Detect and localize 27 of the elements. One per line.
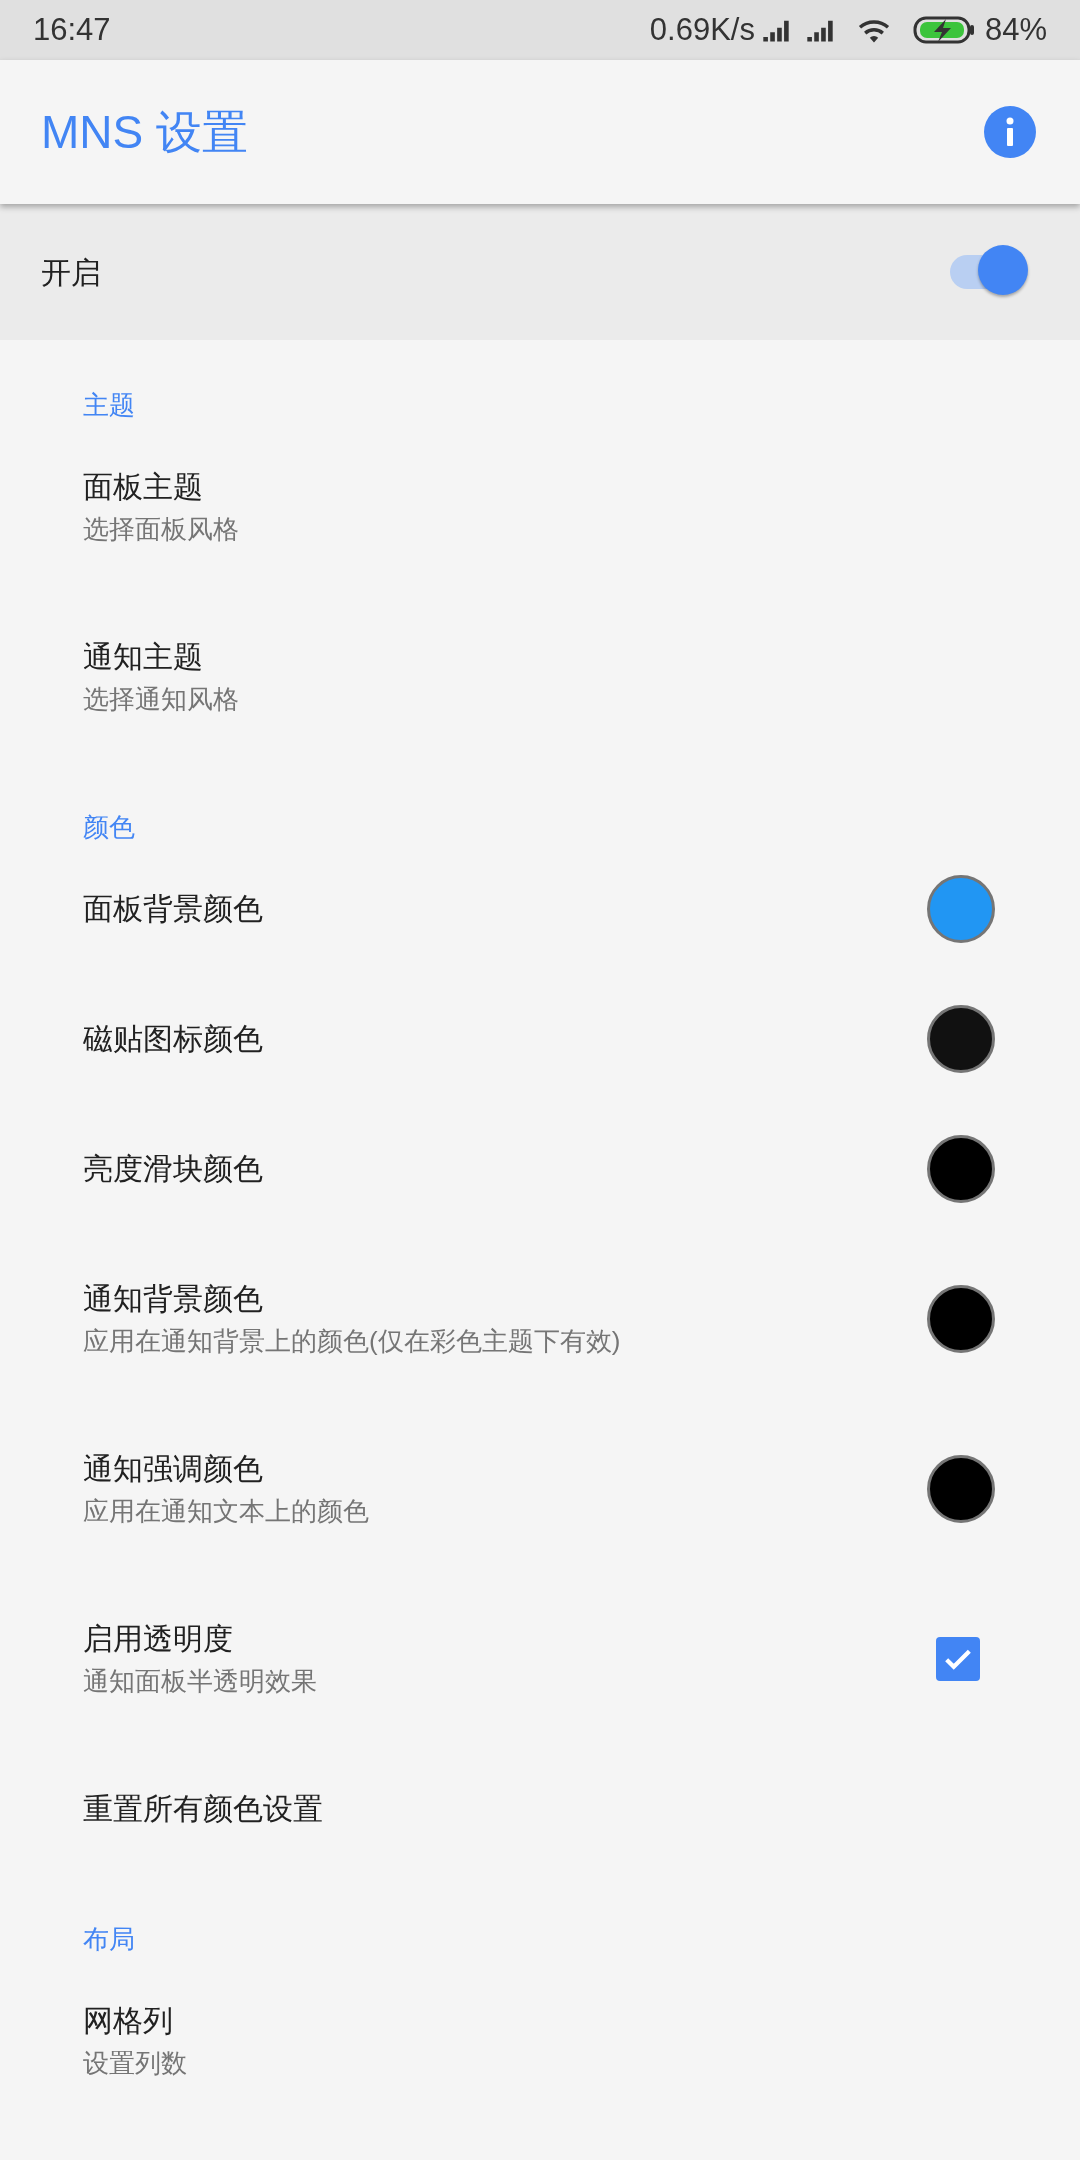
setting-title: 网格列	[83, 2003, 174, 2039]
setting-summary: 应用在通知背景上的颜色(仅在彩色主题下有效)	[83, 1325, 622, 1358]
setting-title: 面板背景颜色	[83, 891, 264, 927]
checkbox[interactable]	[936, 1637, 980, 1681]
battery-charging-icon	[912, 15, 975, 45]
app-title: MNS 设置	[41, 104, 248, 160]
setting-label: 开启	[41, 254, 101, 291]
setting-title: 启用透明度	[83, 1621, 234, 1657]
setting-summary: 应用在通知文本上的颜色	[83, 1495, 370, 1528]
setting-title: 通知背景颜色	[83, 1281, 264, 1317]
setting-title: 面板主题	[83, 469, 204, 505]
info-icon[interactable]	[984, 106, 1036, 158]
setting-title: 重置所有颜色设置	[83, 1791, 324, 1827]
section-header: 布局	[82, 1923, 136, 1956]
clock: 16:47	[33, 10, 111, 49]
section-header: 主题	[82, 389, 136, 422]
section-header: 颜色	[82, 811, 136, 844]
setting-title: 亮度滑块颜色	[83, 1151, 264, 1187]
setting-title: 通知强调颜色	[83, 1451, 264, 1487]
setting-summary: 选择通知风格	[83, 683, 240, 716]
setting-summary: 选择面板风格	[83, 513, 240, 546]
setting-summary: 通知面板半透明效果	[83, 1665, 318, 1698]
setting-title: 通知主题	[83, 639, 204, 675]
setting-title: 磁贴图标颜色	[83, 1021, 264, 1057]
network-speed: 0.69K/s	[649, 10, 755, 49]
battery-percentage: 84%	[984, 10, 1047, 49]
setting-summary: 设置列数	[83, 2047, 188, 2080]
